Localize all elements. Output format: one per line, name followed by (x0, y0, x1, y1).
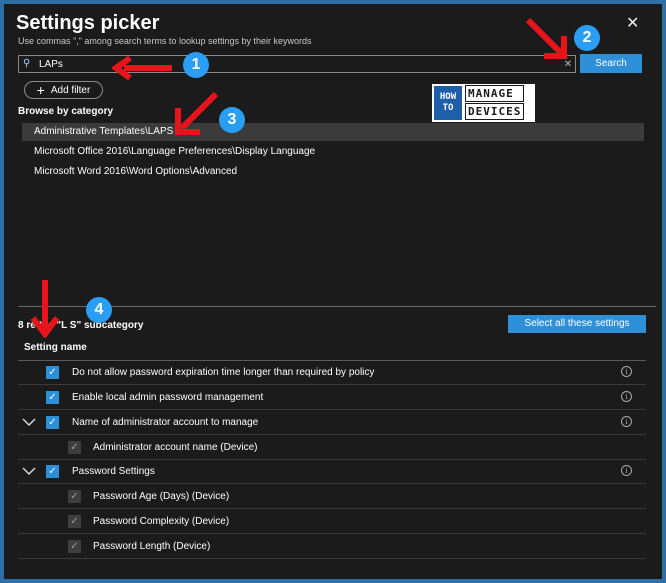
logo-how-to: HOW TO (434, 86, 462, 120)
category-item-word-advanced[interactable]: Microsoft Word 2016\Word Options\Advance… (22, 163, 644, 181)
setting-checkbox[interactable]: ✓ (68, 490, 81, 503)
section-divider (18, 306, 656, 307)
setting-checkbox[interactable]: ✓ (68, 540, 81, 553)
setting-label: Administrator account name (Device) (93, 442, 258, 453)
setting-checkbox[interactable]: ✓ (68, 441, 81, 454)
setting-row: ✓ Password Age (Days) (Device) (18, 485, 646, 509)
setting-row: ✓ Administrator account name (Device) (18, 436, 646, 460)
setting-label: Enable local admin password management (72, 392, 264, 403)
search-field[interactable]: ⚲ ✕ (18, 55, 576, 73)
search-icon: ⚲ (23, 58, 31, 69)
setting-row: ✓ Enable local admin password management… (18, 386, 646, 410)
plus-icon: + (36, 82, 45, 98)
setting-row: ✓ Password Settings i (18, 460, 646, 484)
select-all-button[interactable]: Select all these settings (508, 315, 646, 333)
red-arrow-1-icon (112, 56, 172, 80)
setting-label: Password Age (Days) (Device) (93, 491, 230, 502)
add-filter-button[interactable]: + Add filter (24, 81, 103, 99)
setting-checkbox[interactable]: ✓ (46, 391, 59, 404)
page-title: Settings picker (16, 12, 160, 34)
setting-row: ✓ Password Complexity (Device) (18, 510, 646, 534)
column-header-setting-name[interactable]: Setting name (24, 342, 87, 353)
browse-by-category-label: Browse by category (18, 106, 114, 117)
setting-label: Password Complexity (Device) (93, 516, 230, 527)
info-icon[interactable]: i (621, 416, 632, 427)
callout-badge-1: 1 (183, 52, 209, 78)
red-arrow-3-icon (175, 91, 219, 135)
add-filter-label: Add filter (50, 84, 91, 96)
search-button[interactable]: Search (580, 54, 642, 73)
setting-row: ✓ Do not allow password expiration time … (18, 361, 646, 385)
callout-badge-2: 2 (574, 25, 600, 51)
settings-picker-panel: Settings picker Use commas "," among sea… (0, 0, 666, 583)
setting-checkbox[interactable]: ✓ (46, 416, 59, 429)
setting-label: Password Length (Device) (93, 541, 211, 552)
setting-label: Do not allow password expiration time lo… (72, 367, 375, 378)
chevron-down-icon[interactable] (22, 465, 36, 479)
setting-row: ✓ Name of administrator account to manag… (18, 411, 646, 435)
close-icon[interactable]: ✕ (626, 13, 639, 33)
logo-manage-devices: MANAGE DEVICES (465, 85, 525, 121)
red-arrow-4-icon (30, 280, 60, 338)
setting-label: Password Settings (72, 466, 155, 477)
category-item-laps[interactable]: Administrative Templates\LAPS (22, 123, 644, 141)
setting-row: ✓ Password Length (Device) (18, 535, 646, 559)
red-arrow-2-icon (525, 17, 567, 59)
info-icon[interactable]: i (621, 465, 632, 476)
logo-line-manage: MANAGE (465, 85, 525, 102)
setting-label: Name of administrator account to manage (72, 417, 259, 428)
logo-line-devices: DEVICES (465, 103, 525, 120)
callout-badge-4: 4 (86, 297, 112, 323)
setting-checkbox[interactable]: ✓ (68, 515, 81, 528)
page-subtitle: Use commas "," among search terms to loo… (18, 36, 312, 46)
chevron-down-icon[interactable] (22, 416, 36, 430)
category-item-office-display-language[interactable]: Microsoft Office 2016\Language Preferenc… (22, 143, 644, 161)
setting-checkbox[interactable]: ✓ (46, 465, 59, 478)
info-icon[interactable]: i (621, 366, 632, 377)
how-to-manage-devices-logo: HOW TO MANAGE DEVICES (432, 84, 535, 122)
info-icon[interactable]: i (621, 391, 632, 402)
setting-checkbox[interactable]: ✓ (46, 366, 59, 379)
callout-badge-3: 3 (219, 107, 245, 133)
